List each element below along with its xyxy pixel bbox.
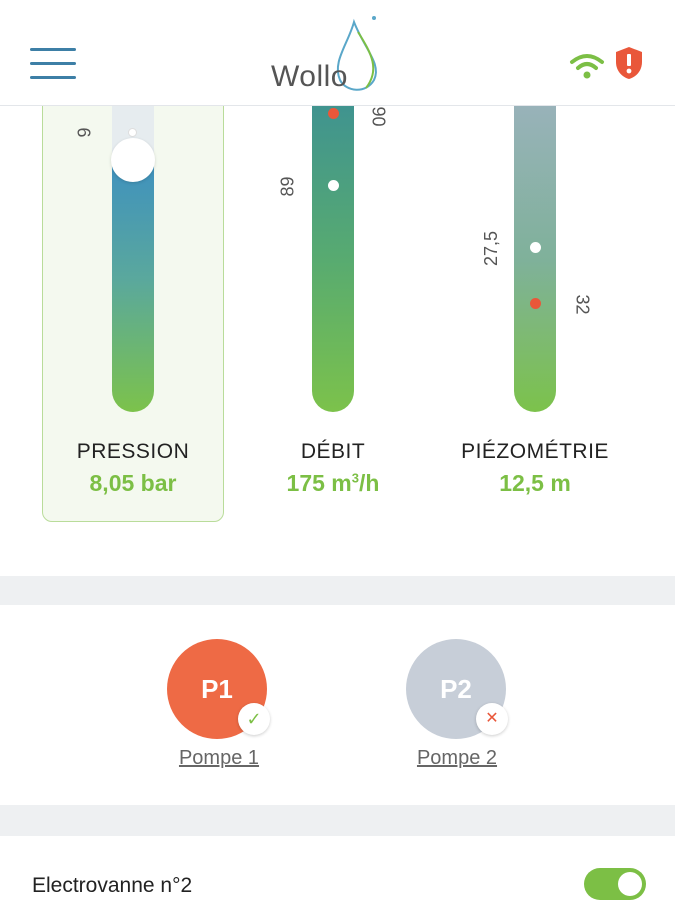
pression-max-marker — [128, 128, 137, 137]
alert-shield-icon[interactable] — [615, 46, 643, 80]
debit-gauge-bar — [312, 106, 354, 412]
electrovanne-toggle[interactable] — [584, 868, 646, 900]
piezometrie-mark-low: 27,5 — [481, 230, 502, 267]
debit-value: 175 m3/h — [286, 470, 380, 496]
debit-current-marker — [328, 180, 339, 191]
piezometrie-gauge-bar — [514, 106, 556, 412]
pression-gauge-knob[interactable] — [111, 138, 155, 182]
pump-1-ok-icon: ✓ — [238, 703, 270, 735]
pression-gauge-bar — [112, 146, 154, 412]
electrovanne-label: Electrovanne n°2 — [32, 874, 193, 897]
pump-2-error-icon: ✕ — [476, 703, 508, 735]
section-divider — [0, 805, 675, 836]
status-icons — [569, 46, 647, 82]
pump-2-label[interactable]: Pompe 2 — [387, 747, 527, 770]
piezometrie-threshold-marker — [530, 298, 541, 309]
pump-1-label[interactable]: Pompe 1 — [149, 747, 289, 770]
pression-value: 8,05 bar — [89, 470, 177, 496]
wifi-icon[interactable] — [569, 50, 605, 80]
piezometrie-mark-high: 32 — [572, 294, 593, 315]
wollo-logo: Wollo — [262, 14, 402, 100]
debit-mark-low: 89 — [277, 176, 298, 197]
app-header: Wollo — [0, 0, 675, 106]
debit-mark-high: 90 — [368, 106, 389, 127]
pumps-section: P1 ✓ Pompe 1 P2 ✕ Pompe 2 — [0, 605, 675, 805]
gauges-section: 9 PRESSION 8,05 bar 89 90 DÉBIT 175 m3/h… — [0, 106, 675, 576]
piezometrie-current-marker — [530, 242, 541, 253]
menu-icon[interactable] — [30, 48, 76, 84]
section-divider — [0, 576, 675, 605]
piezometrie-value: 12,5 m — [499, 470, 571, 496]
piezometrie-title: PIÉZOMÉTRIE — [461, 440, 609, 463]
toggle-knob — [618, 872, 642, 896]
logo-text: Wollo — [271, 60, 348, 93]
debit-title: DÉBIT — [300, 440, 366, 463]
electrovanne-row: Electrovanne n°2 — [0, 836, 675, 900]
pression-title: PRESSION — [76, 440, 190, 463]
pression-mark-label: 9 — [74, 127, 95, 138]
debit-threshold-marker — [328, 108, 339, 119]
